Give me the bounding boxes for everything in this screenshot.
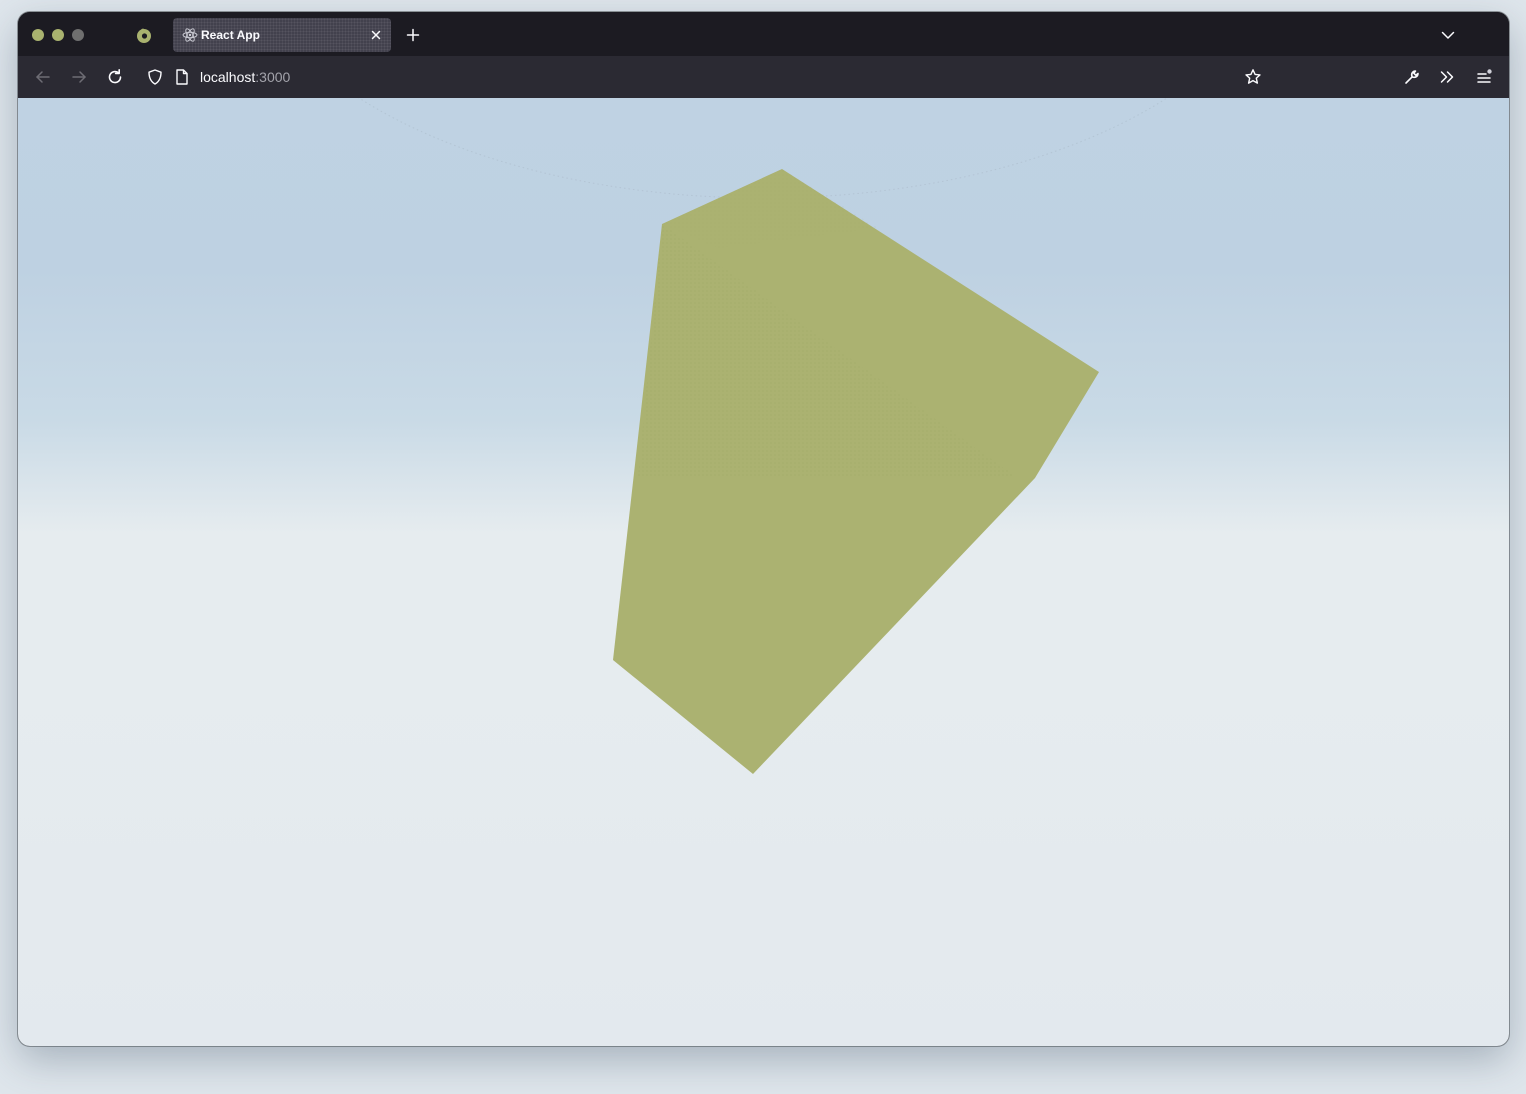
polyhedron-shape[interactable] — [613, 169, 1099, 774]
window-minimize-button[interactable] — [52, 29, 64, 41]
wrench-icon[interactable] — [1403, 68, 1421, 86]
page-icon[interactable] — [174, 68, 190, 86]
close-icon[interactable] — [368, 27, 384, 43]
react-icon — [182, 27, 198, 43]
arrow-right-icon[interactable] — [70, 68, 88, 86]
url-bar[interactable]: localhost:3000 — [140, 60, 1270, 94]
firefox-icon[interactable] — [135, 26, 153, 44]
navigation-toolbar: localhost:3000 — [18, 56, 1509, 98]
chevron-down-icon[interactable] — [1439, 26, 1457, 44]
tab-react-app[interactable]: React App — [173, 18, 391, 52]
arrow-left-icon[interactable] — [34, 68, 52, 86]
url-port: :3000 — [255, 69, 291, 85]
reload-icon[interactable] — [106, 68, 124, 86]
star-icon[interactable] — [1244, 68, 1262, 86]
shield-icon[interactable] — [146, 68, 164, 86]
url-host: localhost — [200, 69, 256, 85]
url-text[interactable]: localhost:3000 — [200, 69, 290, 85]
plus-icon[interactable] — [405, 27, 421, 43]
window-maximize-button[interactable] — [72, 29, 84, 41]
window-close-button[interactable] — [32, 29, 44, 41]
three-d-canvas[interactable] — [18, 98, 1509, 1046]
tab-bar: React App — [18, 12, 1509, 56]
double-chevron-icon[interactable] — [1438, 68, 1456, 86]
browser-window: React App localhost:3000 — [18, 12, 1509, 1046]
tab-title: React App — [201, 28, 260, 42]
web-content-viewport[interactable] — [18, 98, 1509, 1046]
hamburger-icon[interactable] — [1475, 68, 1493, 86]
